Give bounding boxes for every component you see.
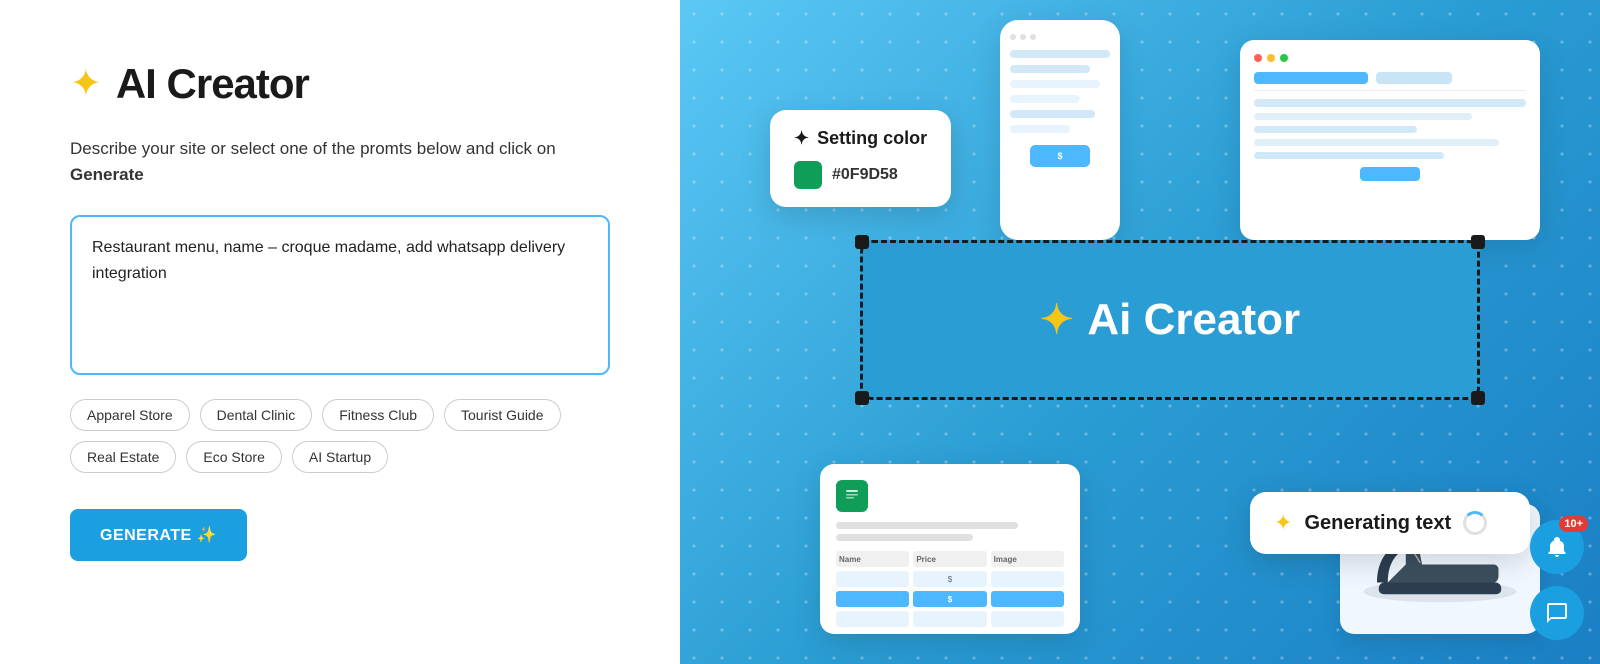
notification-badge: 10+ [1559,516,1588,532]
setting-sparkle-icon: ✦ [794,128,809,149]
table-header-row: Name Price Image [836,551,1064,567]
phone-dot-1 [1010,34,1016,40]
browser-dot-red [1254,54,1262,62]
generating-sparkle-icon: ✦ [1274,510,1292,536]
table-cell-image-3 [991,611,1064,627]
ai-creator-selection-box: ✦ Ai Creator [860,240,1480,400]
table-cell-price-1: $ [913,571,986,587]
table-data-row-1: $ [836,571,1064,587]
table-header-name: Name [836,551,909,567]
generating-text-card: ✦ Generating text [1250,492,1530,554]
sparkle-icon: ✦ [70,65,102,103]
notification-bell-button[interactable]: 10+ [1530,520,1584,574]
browser-row-1 [1254,99,1526,107]
browser-row-3 [1254,126,1526,133]
color-swatch-row: #0F9D58 [794,161,927,189]
browser-line-full-1 [1254,99,1526,107]
subtitle-bold: Generate [70,165,144,184]
phone-mockup: $ [1000,20,1120,240]
spreadsheet-title-line [836,522,1018,529]
browser-row-5 [1254,152,1526,159]
spreadsheet-icon [836,480,868,512]
corner-handle-bl [855,391,869,405]
table-data-row-3 [836,611,1064,627]
loading-spinner [1463,511,1487,535]
table-cell-name-2 [836,591,909,607]
tag-dental-clinic[interactable]: Dental Clinic [200,399,313,431]
browser-line-wide-1 [1254,113,1472,120]
prompt-textarea[interactable]: Restaurant menu, name – croque madame, a… [70,215,610,375]
browser-cta-btn [1360,167,1420,181]
phone-line-3 [1010,80,1100,88]
chat-icon [1545,601,1569,625]
phone-line-2 [1010,65,1090,73]
table-mock: Name Price Image $ $ [836,551,1064,627]
table-cell-name-3 [836,611,909,627]
tag-apparel-store[interactable]: Apparel Store [70,399,190,431]
browser-row-2 [1254,113,1526,120]
tag-fitness-club[interactable]: Fitness Club [322,399,434,431]
right-panel: ✦ Setting color #0F9D58 $ [680,0,1600,664]
table-cell-name-1 [836,571,909,587]
browser-filter-row [1254,72,1526,84]
browser-titlebar [1254,54,1526,62]
table-header-price: Price [913,551,986,567]
setting-color-title: ✦ Setting color [794,128,927,149]
setting-color-label: Setting color [817,128,927,149]
subtitle: Describe your site or select one of the … [70,136,610,187]
spreadsheet-card: Name Price Image $ $ [820,464,1080,634]
tag-eco-store[interactable]: Eco Store [186,441,281,473]
ai-creator-title: Ai Creator [1087,295,1300,345]
table-header-image: Image [991,551,1064,567]
table-cell-price-3 [913,611,986,627]
tag-ai-startup[interactable]: AI Startup [292,441,388,473]
table-cell-image-2 [991,591,1064,607]
phone-cta: $ [1030,145,1090,167]
tag-real-estate[interactable]: Real Estate [70,441,176,473]
phone-line-5 [1010,110,1095,118]
corner-handle-br [1471,391,1485,405]
color-hex-value: #0F9D58 [832,166,898,184]
subtitle-before: Describe your site or select one of the … [70,139,556,158]
bell-icon [1545,535,1569,559]
left-panel: ✦ AI Creator Describe your site or selec… [0,0,680,664]
setting-color-card: ✦ Setting color #0F9D58 [770,110,951,207]
spreadsheet-sub-line [836,534,973,541]
ai-sparkle-icon: ✦ [1040,297,1074,343]
browser-filter-1 [1254,72,1368,84]
phone-dot-3 [1030,34,1036,40]
phone-line-1 [1010,50,1110,58]
browser-row-4 [1254,139,1526,146]
browser-line-medium-1 [1254,126,1417,133]
generate-button[interactable]: GENERATE ✨ [70,509,247,561]
browser-cta-row [1254,167,1526,181]
color-swatch [794,161,822,189]
phone-dots [1010,34,1110,40]
browser-line-medium-2 [1254,152,1444,159]
phone-line-6 [1010,125,1070,133]
browser-filter-2 [1376,72,1452,84]
tags-row: Apparel Store Dental Clinic Fitness Club… [70,399,610,473]
browser-divider [1254,90,1526,91]
tag-tourist-guide[interactable]: Tourist Guide [444,399,560,431]
phone-line-4 [1010,95,1080,103]
chat-button[interactable] [1530,586,1584,640]
generating-label: Generating text [1304,512,1451,535]
page-title: AI Creator [116,60,309,108]
title-row: ✦ AI Creator [70,60,610,108]
browser-dot-green [1280,54,1288,62]
ai-creator-label: ✦ Ai Creator [1040,295,1300,345]
phone-dot-2 [1020,34,1026,40]
browser-dot-yellow [1267,54,1275,62]
browser-mockup [1240,40,1540,240]
browser-line-wide-2 [1254,139,1499,146]
table-data-row-2: $ [836,591,1064,607]
table-cell-image-1 [991,571,1064,587]
table-cell-price-2: $ [913,591,986,607]
